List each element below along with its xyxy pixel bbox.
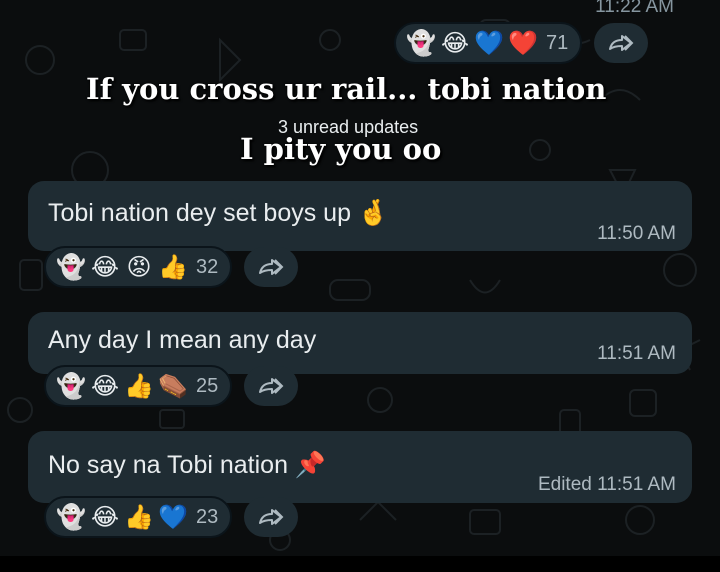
laughing-emoji: 😂	[90, 503, 120, 531]
message-time: Edited 11:51 AM	[537, 474, 676, 495]
message-time: 11:50 AM	[597, 223, 676, 244]
reaction-count: 71	[546, 31, 569, 54]
message-bubble[interactable]: Tobi nation dey set boys up 🤞 11:50 AM	[28, 181, 692, 251]
forward-button[interactable]	[244, 497, 299, 537]
red-heart-emoji: ❤️	[508, 29, 538, 57]
blue-heart-emoji: 💙	[158, 503, 188, 531]
message-text: No say na Tobi nation 📌	[48, 451, 327, 479]
laughing-emoji: 😂	[90, 372, 120, 400]
laughing-emoji: 😂	[90, 253, 120, 281]
forward-button[interactable]	[244, 247, 299, 287]
message-reaction-row: 👻 😂 👍 ⚰️ 25	[44, 365, 299, 407]
message-time: 11:51 AM	[597, 343, 676, 364]
message-bubble[interactable]: No say na Tobi nation 📌 Edited 11:51 AM	[28, 431, 692, 503]
forward-icon	[609, 35, 634, 51]
reaction-count: 25	[196, 374, 219, 397]
banner-subtitle: I pity you oo	[240, 132, 442, 166]
banner-title: If you cross ur rail... tobi nation	[86, 72, 607, 106]
reaction-pill[interactable]: 👻 😂 😡 👍 32	[44, 246, 233, 288]
blue-heart-emoji: 💙	[474, 29, 504, 57]
reaction-count: 23	[196, 505, 219, 528]
forward-button[interactable]	[594, 23, 649, 63]
ghost-emoji: 👻	[406, 29, 436, 57]
reaction-pill[interactable]: 👻 😂 👍 💙 23	[44, 496, 233, 538]
bottom-edge	[0, 556, 720, 572]
ghost-emoji: 👻	[56, 253, 86, 281]
angry-emoji: 😡	[126, 253, 152, 281]
message-text: Tobi nation dey set boys up 🤞	[48, 199, 390, 227]
reaction-count: 32	[196, 255, 219, 278]
top-message-time: 11:22 AM	[595, 0, 674, 17]
thumbs-up-emoji: 👍	[124, 372, 154, 400]
reaction-pill[interactable]: 👻 😂 👍 ⚰️ 25	[44, 365, 233, 407]
forward-icon	[259, 259, 284, 275]
thumbs-up-emoji: 👍	[158, 253, 188, 281]
thumbs-up-emoji: 👍	[124, 503, 154, 531]
top-reaction-row: 👻 😂 💙 ❤️ 71	[394, 22, 649, 64]
reaction-pill[interactable]: 👻 😂 💙 ❤️ 71	[394, 22, 583, 64]
message-reaction-row: 👻 😂 😡 👍 32	[44, 246, 299, 288]
message-reaction-row: 👻 😂 👍 💙 23	[44, 496, 299, 538]
coffin-emoji: ⚰️	[158, 372, 188, 400]
laughing-emoji: 😂	[440, 29, 470, 57]
ghost-emoji: 👻	[56, 372, 86, 400]
ghost-emoji: 👻	[56, 503, 86, 531]
forward-button[interactable]	[244, 366, 299, 406]
forward-icon	[259, 509, 284, 525]
forward-icon	[259, 378, 284, 394]
message-text: Any day I mean any day	[48, 326, 317, 354]
